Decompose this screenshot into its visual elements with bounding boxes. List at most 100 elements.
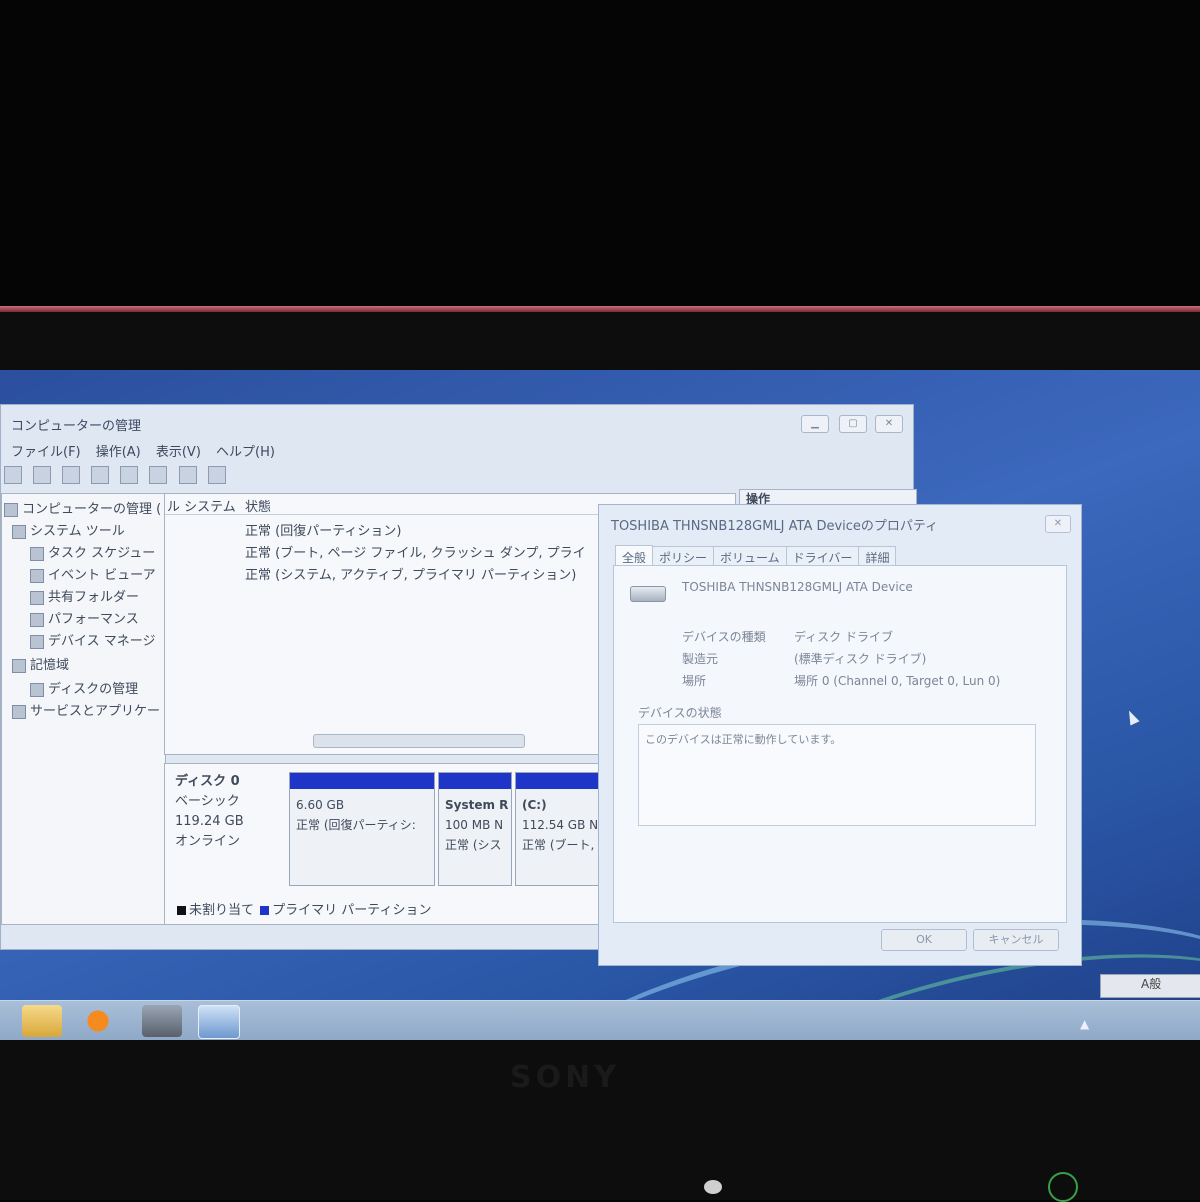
tree-item-device-manager[interactable]: デバイス マネージ: [30, 630, 155, 649]
close-button[interactable]: ✕: [875, 415, 903, 433]
device-status-textbox[interactable]: このデバイスは正常に動作しています。: [638, 724, 1036, 826]
device-manager-icon: [30, 634, 44, 649]
tree-item-performance[interactable]: パフォーマンス: [30, 608, 139, 627]
media-player-icon[interactable]: [78, 1005, 118, 1037]
partition-system-reserved[interactable]: System R 100 MB N 正常 (シス: [438, 772, 512, 886]
partition-recovery[interactable]: 6.60 GB 正常 (回復パーティシ:: [289, 772, 435, 886]
partition-status: 正常 (ブート,: [522, 838, 595, 852]
tree-item-computer-management[interactable]: コンピューターの管理 (: [4, 498, 161, 517]
volume-row[interactable]: 正常 (システム, アクティブ, プライマリ パーティション): [245, 564, 576, 583]
dialog-title: TOSHIBA THNSNB128GMLJ ATA Deviceのプロパティ: [611, 519, 939, 534]
tree-item-task-scheduler[interactable]: タスク スケジュー: [30, 542, 155, 561]
settings-icon[interactable]: [207, 466, 226, 484]
partition-name: System R: [445, 798, 509, 812]
console-tree: コンピューターの管理 ( システム ツール タスク スケジュー イベント ビュー…: [1, 493, 166, 925]
prop-label: デバイスの種類: [682, 630, 766, 644]
clock-icon: [30, 546, 44, 561]
column-status[interactable]: 状態: [245, 496, 271, 515]
event-viewer-icon: [30, 568, 44, 583]
services-icon: [12, 704, 26, 719]
system-tray[interactable]: ▲: [1040, 1013, 1200, 1031]
tree-item-disk-management[interactable]: ディスクの管理: [30, 678, 138, 697]
help-icon[interactable]: [91, 466, 110, 484]
column-filesystem[interactable]: ル システム: [167, 496, 236, 515]
ime-mode[interactable]: A般: [1141, 977, 1161, 991]
disk-status: オンライン: [175, 834, 241, 849]
performance-icon: [30, 612, 44, 627]
disk-info: ディスク 0 ベーシック 119.24 GB オンライン: [175, 772, 244, 852]
device-name: TOSHIBA THNSNB128GMLJ ATA Device: [682, 580, 913, 594]
volume-row[interactable]: 正常 (回復パーティション): [245, 520, 402, 539]
taskbar: ▲: [0, 1000, 1200, 1040]
menu-view[interactable]: 表示(V): [156, 445, 201, 460]
partition-size: 100 MB N: [445, 818, 504, 832]
tree-item-storage[interactable]: 記憶域: [12, 654, 69, 673]
prop-value: (標準ディスク ドライブ): [794, 652, 927, 666]
disk-size: 119.24 GB: [175, 814, 244, 829]
computer-management-task-icon[interactable]: [198, 1005, 240, 1039]
toolbar: [1, 463, 913, 485]
device-status-text: このデバイスは正常に動作しています。: [645, 733, 842, 746]
language-bar[interactable]: A般: [1100, 974, 1200, 998]
computer-icon[interactable]: [142, 1005, 182, 1037]
device-status-group: デバイスの状態: [638, 706, 722, 720]
partition-bar: [290, 773, 434, 789]
device-properties-dialog: TOSHIBA THNSNB128GMLJ ATA Deviceのプロパティ ✕…: [598, 504, 1082, 966]
computer-icon: [4, 502, 18, 517]
tree-item-shared-folders[interactable]: 共有フォルダー: [30, 586, 139, 605]
volume-row[interactable]: 正常 (ブート, ページ ファイル, クラッシュ ダンプ, プライ: [245, 542, 586, 561]
unallocated-swatch: [177, 906, 186, 915]
properties-icon[interactable]: [149, 466, 168, 484]
partition-size: 112.54 GB N: [522, 818, 599, 832]
power-button-icon[interactable]: [1048, 1172, 1078, 1202]
tree-item-services[interactable]: サービスとアプリケー: [12, 700, 160, 719]
menu-file[interactable]: ファイル(F): [11, 445, 81, 460]
disk-management-icon: [30, 682, 44, 697]
console-tree-icon[interactable]: [62, 466, 81, 484]
menu-help[interactable]: ヘルプ(H): [216, 445, 275, 460]
dialog-tabs: 全般 ポリシー ボリューム ドライバー 詳細: [615, 545, 897, 568]
export-icon[interactable]: [178, 466, 197, 484]
disk-map: ディスク 0 ベーシック 119.24 GB オンライン 6.60 GB 正常 …: [164, 763, 606, 925]
disk-name[interactable]: ディスク 0: [175, 772, 244, 792]
tree-item-system-tools[interactable]: システム ツール: [12, 520, 125, 539]
general-panel: TOSHIBA THNSNB128GMLJ ATA Device デバイスの種類…: [613, 565, 1067, 923]
partition-status: 正常 (シス: [445, 838, 502, 852]
window-title: コンピューターの管理: [11, 419, 142, 434]
maximize-button[interactable]: ▢: [839, 415, 867, 433]
horizontal-scrollbar[interactable]: [313, 734, 525, 748]
cancel-button[interactable]: キャンセル: [973, 929, 1059, 951]
legend: 未割り当て プライマリ パーティション: [175, 899, 432, 918]
up-folder-icon[interactable]: [33, 466, 52, 484]
partition-bar: [516, 773, 605, 789]
shared-folder-icon: [30, 590, 44, 605]
tray-expand-icon[interactable]: ▲: [1080, 1017, 1089, 1031]
storage-icon: [12, 658, 26, 673]
prop-value: ディスク ドライブ: [794, 630, 893, 644]
brand-logo: SONY: [510, 1060, 620, 1095]
legend-primary: プライマリ パーティション: [272, 903, 432, 918]
partition-name: (C:): [522, 798, 547, 812]
partition-bar: [439, 773, 511, 789]
tree-item-event-viewer[interactable]: イベント ビューア: [30, 564, 156, 583]
tools-icon: [12, 524, 26, 539]
dialog-close-button[interactable]: ✕: [1045, 515, 1071, 533]
prop-label: 場所: [682, 674, 707, 688]
minimize-button[interactable]: ▁: [801, 415, 829, 433]
primary-swatch: [260, 906, 270, 915]
list-view-icon[interactable]: [120, 466, 139, 484]
prop-value: 場所 0 (Channel 0, Target 0, Lun 0): [794, 674, 1001, 688]
forward-icon[interactable]: [4, 466, 22, 484]
desktop: コンピューターの管理 ▁ ▢ ✕ ファイル(F) 操作(A) 表示(V) ヘルプ…: [0, 370, 1200, 1040]
status-led: [704, 1180, 722, 1194]
prop-label: 製造元: [682, 652, 719, 666]
disk-type: ベーシック: [175, 794, 240, 809]
explorer-folder-icon[interactable]: [22, 1005, 62, 1037]
legend-unallocated: 未割り当て: [189, 903, 255, 918]
ok-button[interactable]: OK: [881, 929, 967, 951]
partition-status: 正常 (回復パーティシ:: [296, 818, 416, 832]
partition-c[interactable]: (C:) 112.54 GB N 正常 (ブート,: [515, 772, 605, 886]
title-bar: コンピューターの管理 ▁ ▢ ✕: [1, 405, 913, 441]
menu-action[interactable]: 操作(A): [96, 445, 141, 460]
partition-size: 6.60 GB: [296, 798, 345, 812]
